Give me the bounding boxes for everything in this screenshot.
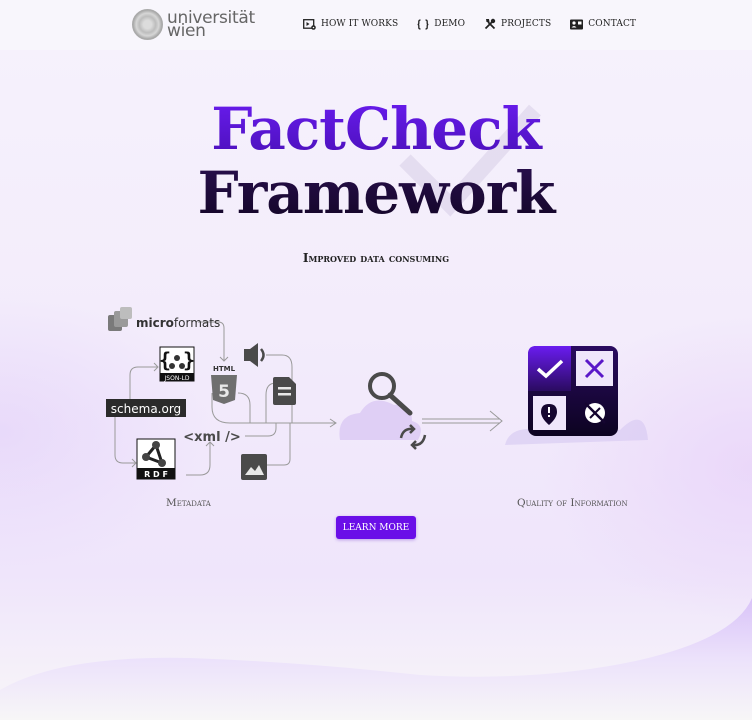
metadata-flow-diagram: microformats { } JSON-LD HTML 5 schema.o… — [106, 307, 648, 480]
hero-subtitle: Improved data consuming — [302, 251, 450, 265]
logo-text: universität wien — [167, 9, 255, 39]
quality-grid-icon — [528, 346, 618, 436]
microformats-bold-text: micro — [136, 316, 174, 330]
learn-more-button[interactable]: LEARN MORE — [336, 516, 416, 539]
rdf-label: R D F — [144, 470, 168, 479]
metadata-label: Metadata — [166, 497, 211, 509]
main-nav: HOW IT WORKS DEMO PROJECTS CONTACT — [303, 18, 655, 30]
quality-of-information-label: Quality of Information — [517, 497, 628, 509]
html-label: HTML — [213, 365, 236, 373]
nav-label: CONTACT — [588, 19, 637, 29]
video-settings-icon — [303, 18, 316, 30]
nav-how-it-works[interactable]: HOW IT WORKS — [303, 18, 399, 30]
xml-label: <xml /> — [183, 430, 240, 445]
nav-label: DEMO — [434, 19, 466, 29]
html5-logo: HTML 5 — [211, 365, 237, 404]
braces-icon — [417, 18, 429, 30]
hero-title-line-1: FactCheck — [0, 96, 752, 162]
html-version-label: 5 — [218, 382, 230, 402]
microformats-logo: microformats — [108, 307, 220, 331]
cloud-shape — [339, 400, 421, 440]
hero-title-line-2: Framework — [0, 160, 752, 226]
nav-label: PROJECTS — [501, 19, 552, 29]
bottom-wave-decoration — [0, 598, 752, 720]
nav-projects[interactable]: PROJECTS — [484, 18, 551, 30]
document-icon — [273, 377, 296, 405]
schema-org-logo: schema.org — [106, 399, 186, 417]
schema-org-label: schema.org — [111, 402, 181, 416]
university-logo[interactable]: universität wien — [132, 9, 255, 40]
tools-icon — [484, 18, 496, 30]
svg-text:microformats: microformats — [136, 316, 220, 330]
speaker-icon — [244, 343, 265, 367]
nav-demo[interactable]: DEMO — [417, 18, 466, 30]
header: universität wien HOW IT WORKS DEMO PROJE… — [0, 0, 752, 50]
json-ld-logo: { } JSON-LD — [159, 346, 195, 382]
university-seal-icon — [132, 9, 163, 40]
microformats-rest-text: formats — [174, 316, 220, 330]
nav-contact[interactable]: CONTACT — [570, 19, 636, 30]
blocked-icon — [584, 402, 606, 424]
nav-label: HOW IT WORKS — [321, 19, 399, 29]
contact-card-icon — [570, 19, 584, 29]
image-icon — [241, 454, 267, 480]
rdf-logo: R D F — [136, 438, 176, 480]
json-ld-label: JSON-LD — [164, 375, 190, 382]
